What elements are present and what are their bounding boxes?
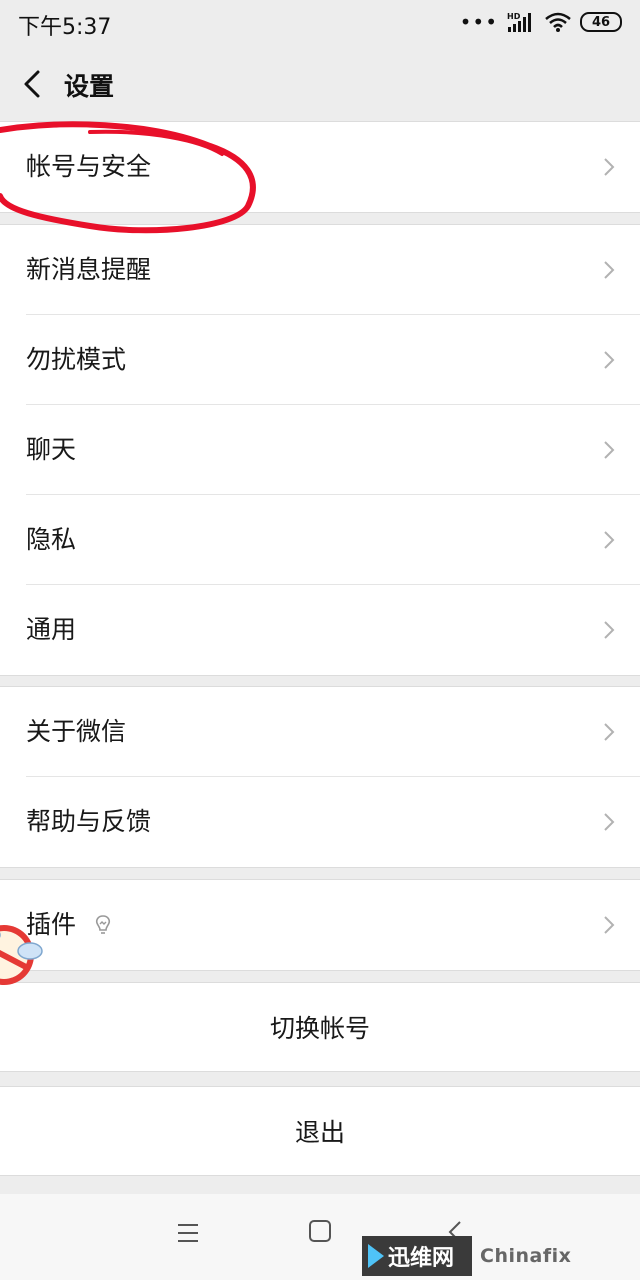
settings-group-plugins: 插件 xyxy=(0,879,640,971)
settings-item-label: 隐私 xyxy=(26,525,77,554)
settings-group-general: 新消息提醒 勿扰模式 聊天 隐私 通用 xyxy=(0,224,640,676)
page-title: 设置 xyxy=(64,72,115,101)
settings-group-about: 关于微信 帮助与反馈 xyxy=(0,686,640,868)
logout-button[interactable]: 退出 xyxy=(0,1086,640,1176)
chevron-right-icon xyxy=(604,261,615,279)
settings-item-label: 帐号与安全 xyxy=(26,152,152,181)
settings-item-notifications[interactable]: 新消息提醒 xyxy=(0,225,640,315)
home-square-icon[interactable] xyxy=(309,1220,331,1242)
settings-item-general[interactable]: 通用 xyxy=(0,585,640,675)
chevron-right-icon xyxy=(604,351,615,369)
settings-item-do-not-disturb[interactable]: 勿扰模式 xyxy=(0,315,640,405)
menu-icon[interactable] xyxy=(176,1222,200,1244)
settings-item-account-security[interactable]: 帐号与安全 xyxy=(0,122,640,212)
chevron-right-icon xyxy=(604,916,615,934)
settings-item-privacy[interactable]: 隐私 xyxy=(0,495,640,585)
svg-text:HD: HD xyxy=(507,12,521,21)
chevron-right-icon xyxy=(604,813,615,831)
signal-icon: HD xyxy=(507,12,531,32)
status-time: 下午5:37 xyxy=(18,15,112,40)
chevron-left-icon[interactable] xyxy=(14,64,54,104)
lightbulb-icon xyxy=(95,915,111,934)
watermark: 迅维网 Chinafix xyxy=(362,1236,632,1276)
chevron-right-icon xyxy=(604,531,615,549)
header-bar: 设置 xyxy=(0,44,640,122)
arrow-logo-icon xyxy=(368,1244,384,1268)
watermark-logo: 迅维网 xyxy=(362,1236,472,1276)
settings-group-account: 帐号与安全 xyxy=(0,121,640,213)
settings-item-label: 通用 xyxy=(26,615,77,644)
battery-indicator: 46 xyxy=(580,12,622,32)
sticker-decoration-icon xyxy=(0,925,43,985)
settings-item-label: 帮助与反馈 xyxy=(26,807,152,836)
chevron-right-icon xyxy=(604,158,615,176)
settings-item-help-feedback[interactable]: 帮助与反馈 xyxy=(0,777,640,867)
settings-item-label: 勿扰模式 xyxy=(26,345,127,374)
switch-account-button[interactable]: 切换帐号 xyxy=(0,982,640,1072)
more-dots-icon: ••• xyxy=(459,10,498,34)
settings-item-label: 关于微信 xyxy=(26,717,127,746)
status-bar: 下午5:37 ••• HD 46 xyxy=(0,0,640,44)
watermark-logo-text: 迅维网 xyxy=(388,1246,455,1271)
chevron-right-icon xyxy=(604,621,615,639)
watermark-site-text: Chinafix xyxy=(480,1245,572,1267)
chevron-right-icon xyxy=(604,723,615,741)
settings-item-chat[interactable]: 聊天 xyxy=(0,405,640,495)
wifi-icon xyxy=(545,12,571,32)
settings-item-label: 聊天 xyxy=(26,435,77,464)
settings-item-label: 新消息提醒 xyxy=(26,255,152,284)
settings-item-about[interactable]: 关于微信 xyxy=(0,687,640,777)
chevron-right-icon xyxy=(604,441,615,459)
status-icons: ••• HD 46 xyxy=(460,10,622,34)
settings-item-plugins[interactable]: 插件 xyxy=(0,880,640,970)
